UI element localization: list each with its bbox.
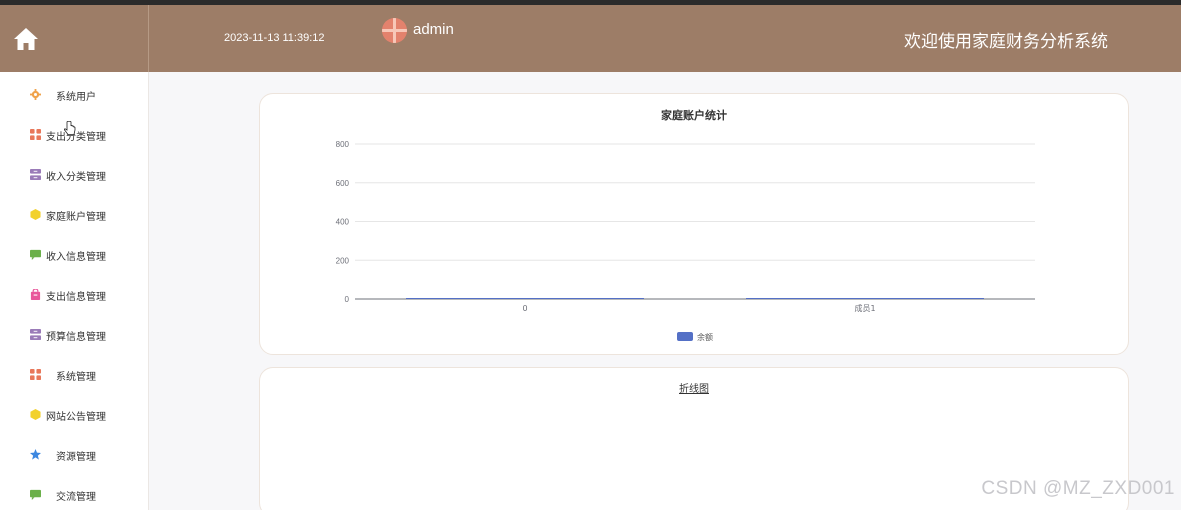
y-tick-label: 600 bbox=[336, 179, 350, 188]
header-datetime: 2023-11-13 11:39:12 bbox=[224, 32, 325, 44]
sidebar-item-label: 交流管理 bbox=[56, 492, 96, 503]
username[interactable]: admin bbox=[413, 21, 454, 38]
sidebar-item-resources[interactable]: 资源管理 bbox=[0, 434, 148, 474]
sidebar-item-label: 网站公告管理 bbox=[46, 412, 106, 423]
y-tick-label: 200 bbox=[336, 256, 350, 265]
hexagon-icon bbox=[30, 209, 41, 220]
x-tick-label: 成员1 bbox=[854, 303, 875, 313]
star-icon bbox=[30, 449, 41, 460]
sidebar-item-system-management[interactable]: 系统管理 bbox=[0, 354, 148, 394]
site-title: 欢迎使用家庭财务分析系统 bbox=[904, 32, 1108, 52]
message-icon bbox=[30, 489, 41, 500]
sidebar-item-label: 系统管理 bbox=[56, 372, 96, 383]
sidebar-item-label: 预算信息管理 bbox=[46, 332, 106, 343]
y-tick-label: 800 bbox=[336, 140, 350, 149]
sidebar-item-label: 收入信息管理 bbox=[46, 252, 106, 263]
sidebar-item-announcement[interactable]: 网站公告管理 bbox=[0, 394, 148, 434]
archive-icon bbox=[30, 329, 41, 340]
legend-swatch bbox=[677, 332, 693, 341]
sidebar-item-communication[interactable]: 交流管理 bbox=[0, 474, 148, 510]
y-tick-label: 0 bbox=[345, 295, 350, 304]
sidebar-item-income-info[interactable]: 收入信息管理 bbox=[0, 234, 148, 274]
sidebar-item-label: 资源管理 bbox=[56, 452, 96, 463]
x-tick-label: 0 bbox=[522, 304, 527, 313]
sidebar-item-expense-info[interactable]: 支出信息管理 bbox=[0, 274, 148, 314]
grid-icon bbox=[30, 369, 41, 380]
avatar[interactable] bbox=[382, 18, 407, 43]
bar-chart: 0 200 400 600 800 0 成员1 余额 bbox=[336, 140, 1035, 342]
account-statistics-card: 家庭账户统计 0 200 400 600 800 0 成员1 余额 bbox=[259, 93, 1129, 355]
gear-icon bbox=[30, 89, 41, 100]
sidebar: 系统用户 支出分类管理 收入分类管理 家庭账户管理 收入信息管理 支出信息管理 … bbox=[0, 72, 149, 510]
hand-cursor-icon bbox=[64, 121, 76, 135]
bag-icon bbox=[30, 289, 41, 300]
sidebar-item-family-account[interactable]: 家庭账户管理 bbox=[0, 194, 148, 234]
sidebar-item-label: 家庭账户管理 bbox=[46, 212, 106, 223]
y-tick-label: 400 bbox=[336, 218, 350, 227]
sidebar-item-label: 支出分类管理 bbox=[46, 132, 106, 143]
line-chart-title[interactable]: 折线图 bbox=[260, 380, 1128, 395]
avatar-icon bbox=[382, 18, 407, 43]
grid-icon bbox=[30, 129, 41, 140]
bar bbox=[746, 298, 984, 299]
hexagon-icon bbox=[30, 409, 41, 420]
archive-icon bbox=[30, 169, 41, 180]
bar bbox=[406, 298, 644, 299]
sidebar-item-label: 收入分类管理 bbox=[46, 172, 106, 183]
home-button[interactable] bbox=[0, 5, 149, 72]
sidebar-item-label: 支出信息管理 bbox=[46, 292, 106, 303]
home-icon bbox=[14, 28, 38, 50]
message-icon bbox=[30, 249, 41, 260]
top-bar: 2023-11-13 11:39:12 admin 欢迎使用家庭财务分析系统 bbox=[0, 0, 1181, 72]
sidebar-item-label: 系统用户 bbox=[56, 92, 96, 103]
watermark: CSDN @MZ_ZXD001 bbox=[981, 478, 1175, 499]
sidebar-item-income-category[interactable]: 收入分类管理 bbox=[0, 154, 148, 194]
legend-label: 余额 bbox=[697, 332, 713, 342]
sidebar-item-budget-info[interactable]: 预算信息管理 bbox=[0, 314, 148, 354]
sidebar-item-system-users[interactable]: 系统用户 bbox=[0, 74, 148, 114]
